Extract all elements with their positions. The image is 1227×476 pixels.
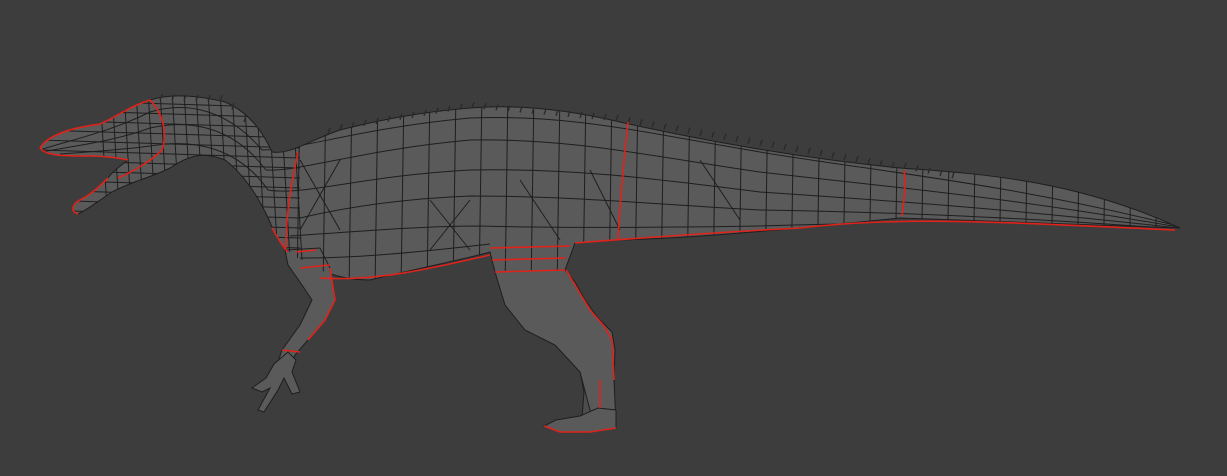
edge-ring-neck: [99, 95, 111, 261]
dorsal-spike: [831, 151, 835, 159]
dorsal-spike: [663, 123, 667, 130]
edge-loop-head: [40, 239, 301, 249]
dorsal-spike: [219, 95, 223, 102]
dorsal-spike: [327, 127, 331, 135]
dorsal-spike: [639, 119, 643, 126]
dorsal-spike: [819, 149, 823, 157]
dorsal-spike: [699, 129, 703, 136]
dinosaur-mesh-model[interactable]: [0, 0, 1227, 476]
body-shape: [39, 95, 1181, 281]
dorsal-spike: [675, 125, 679, 132]
dorsal-spike: [759, 139, 763, 147]
dorsal-spike: [783, 143, 787, 151]
front-arm-shape: [275, 247, 336, 373]
rear-leg-shape: [494, 269, 617, 429]
dorsal-spike: [855, 155, 859, 163]
dorsal-spike: [615, 114, 619, 122]
edge-ring: [1154, 95, 1159, 280]
rear-leg: [494, 269, 617, 433]
dorsal-spike: [795, 145, 799, 153]
edge-ring: [1076, 95, 1081, 280]
edge-ring: [1102, 95, 1107, 280]
rear-foot-shape: [542, 407, 617, 433]
dorsal-spike: [651, 121, 655, 128]
dorsal-spike: [747, 137, 751, 144]
dorsal-spike: [843, 153, 847, 161]
dorsal-spike: [735, 135, 739, 142]
front-arm: [250, 247, 336, 413]
3d-viewport[interactable]: [0, 0, 1227, 476]
dorsal-spike: [879, 159, 883, 167]
dinosaur-body: [39, 95, 1181, 281]
edge-loop-head: [40, 229, 301, 239]
dorsal-spike: [807, 147, 811, 155]
dorsal-spike: [687, 127, 691, 134]
dorsal-spike: [723, 133, 727, 140]
edge-ring: [1128, 95, 1133, 280]
dorsal-spike: [867, 157, 871, 165]
dorsal-spike: [711, 131, 715, 138]
dorsal-spike: [771, 141, 775, 149]
front-hand-claws: [250, 351, 301, 413]
edge-loop-head: [40, 219, 301, 229]
